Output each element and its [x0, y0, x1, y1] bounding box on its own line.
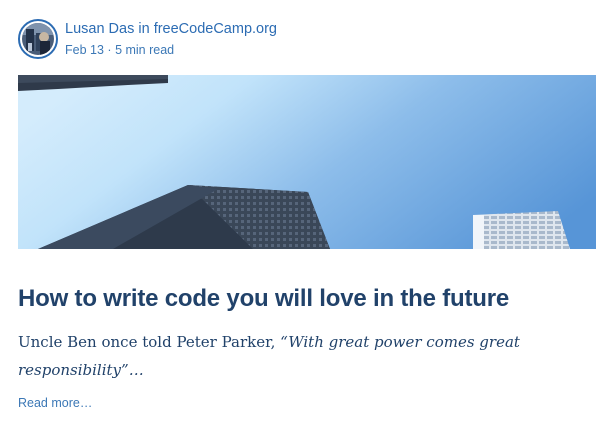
author-avatar[interactable]: [18, 19, 58, 59]
post-date: Feb 13: [65, 43, 104, 57]
excerpt-text: Uncle Ben once told Peter Parker,: [18, 333, 281, 351]
byline-in: in: [138, 21, 150, 37]
post-meta: Lusan Das in freeCodeCamp.org Feb 13 · 5…: [65, 20, 277, 58]
publication-link[interactable]: freeCodeCamp.org: [154, 21, 277, 37]
excerpt-quote-line1: “With great power comes great: [280, 333, 520, 351]
excerpt-quote-line2: responsibility”…: [18, 361, 144, 379]
avatar-photo-icon: [22, 23, 54, 55]
byline: Lusan Das in freeCodeCamp.org: [65, 20, 277, 38]
meta-separator: ·: [107, 43, 112, 57]
read-time: 5 min read: [115, 43, 175, 57]
post-excerpt: Uncle Ben once told Peter Parker, “With …: [18, 328, 578, 384]
author-link[interactable]: Lusan Das: [65, 21, 134, 37]
skyscrapers-photo-icon: [18, 75, 596, 249]
avatar-image: [22, 23, 54, 55]
post-title[interactable]: How to write code you will love in the f…: [18, 283, 598, 315]
post-card: Lusan Das in freeCodeCamp.org Feb 13 · 5…: [0, 0, 613, 422]
author-row: Lusan Das in freeCodeCamp.org Feb 13 · 5…: [18, 17, 277, 61]
hero-image[interactable]: [18, 75, 596, 249]
post-date-readtime: Feb 13 · 5 min read: [65, 42, 277, 58]
read-more-link[interactable]: Read more…: [18, 395, 92, 411]
